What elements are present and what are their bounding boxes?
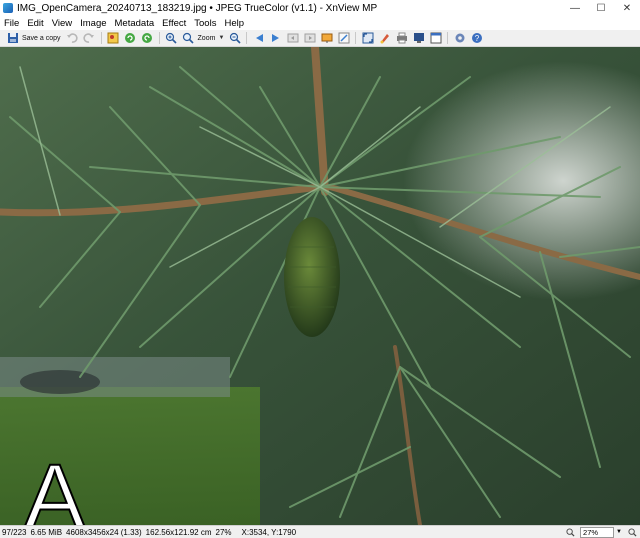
zoom-fit-icon[interactable] bbox=[182, 32, 195, 45]
status-zoom-percent: 27% bbox=[215, 527, 232, 537]
edit-icon[interactable] bbox=[337, 32, 350, 45]
paint-icon[interactable] bbox=[378, 32, 391, 45]
menu-bar: File Edit View Image Metadata Effect Too… bbox=[0, 16, 640, 30]
status-filesize: 6.65 MiB bbox=[30, 527, 63, 537]
rotate-left-icon[interactable] bbox=[124, 32, 137, 45]
toolbar-separator bbox=[158, 32, 160, 44]
image-viewer[interactable]: A bbox=[0, 47, 640, 525]
zoom-in-icon[interactable] bbox=[165, 32, 178, 45]
menu-image[interactable]: Image bbox=[76, 18, 110, 29]
save-icon[interactable] bbox=[6, 32, 19, 45]
status-bar: 97/223 6.65 MiB 4608x3456x24 (1.33) 162.… bbox=[0, 525, 640, 538]
xnview-window: IMG_OpenCamera_20240713_183219.jpg • JPE… bbox=[0, 0, 640, 538]
next-image-icon[interactable] bbox=[269, 32, 282, 45]
status-index: 97/223 bbox=[2, 527, 27, 537]
zoom-icon[interactable] bbox=[566, 527, 575, 537]
app-icon bbox=[3, 3, 13, 13]
desktop-icon[interactable] bbox=[412, 32, 425, 45]
zoom-dropdown-arrow[interactable]: ▼ bbox=[218, 35, 224, 41]
previous-image-icon[interactable] bbox=[252, 32, 265, 45]
svg-text:?: ? bbox=[475, 34, 480, 43]
menu-file[interactable]: File bbox=[0, 18, 23, 29]
zoom-field[interactable]: 27% bbox=[580, 526, 615, 538]
zoom-out-icon[interactable] bbox=[228, 32, 241, 45]
zoom-field-dropdown-icon[interactable]: ▼ bbox=[616, 529, 622, 535]
menu-help[interactable]: Help bbox=[220, 18, 248, 29]
minimize-button[interactable]: — bbox=[562, 0, 588, 16]
status-coords: X:3534, Y:1790 bbox=[241, 527, 297, 537]
menu-metadata[interactable]: Metadata bbox=[111, 18, 159, 29]
title-bar: IMG_OpenCamera_20240713_183219.jpg • JPE… bbox=[0, 0, 640, 16]
menu-effect[interactable]: Effect bbox=[158, 18, 190, 29]
toolbar-separator bbox=[246, 32, 248, 44]
zoom-button[interactable]: Zoom bbox=[198, 35, 216, 42]
overlay-letter: A bbox=[23, 446, 86, 525]
image-properties-icon[interactable] bbox=[107, 32, 120, 45]
toolbar-separator bbox=[100, 32, 102, 44]
browser-icon[interactable] bbox=[429, 32, 442, 45]
toolbar-separator bbox=[447, 32, 449, 44]
menu-tools[interactable]: Tools bbox=[190, 18, 220, 29]
toolbar: Save a copy Zoom ▼ ? bbox=[0, 30, 640, 47]
window-title: IMG_OpenCamera_20240713_183219.jpg • JPE… bbox=[17, 2, 378, 14]
print-icon[interactable] bbox=[395, 32, 408, 45]
fit-icon[interactable] bbox=[628, 527, 637, 537]
first-image-icon[interactable] bbox=[286, 32, 299, 45]
rotate-right-icon[interactable] bbox=[141, 32, 154, 45]
status-print-size: 162.56x121.92 cm bbox=[145, 527, 212, 537]
undo-icon[interactable] bbox=[66, 32, 79, 45]
settings-gear-icon[interactable] bbox=[453, 32, 466, 45]
save-copy-button[interactable]: Save a copy bbox=[22, 35, 61, 42]
status-dimensions: 4608x3456x24 (1.33) bbox=[66, 527, 142, 537]
menu-edit[interactable]: Edit bbox=[23, 18, 47, 29]
menu-view[interactable]: View bbox=[48, 18, 76, 29]
redo-icon[interactable] bbox=[83, 32, 96, 45]
toolbar-separator bbox=[355, 32, 357, 44]
help-icon[interactable]: ? bbox=[470, 32, 483, 45]
slideshow-icon[interactable] bbox=[320, 32, 333, 45]
maximize-button[interactable]: ☐ bbox=[588, 0, 614, 16]
pine-branch-photo bbox=[0, 47, 640, 525]
close-button[interactable]: ✕ bbox=[614, 0, 640, 16]
last-image-icon[interactable] bbox=[303, 32, 316, 45]
fullscreen-icon[interactable] bbox=[361, 32, 374, 45]
